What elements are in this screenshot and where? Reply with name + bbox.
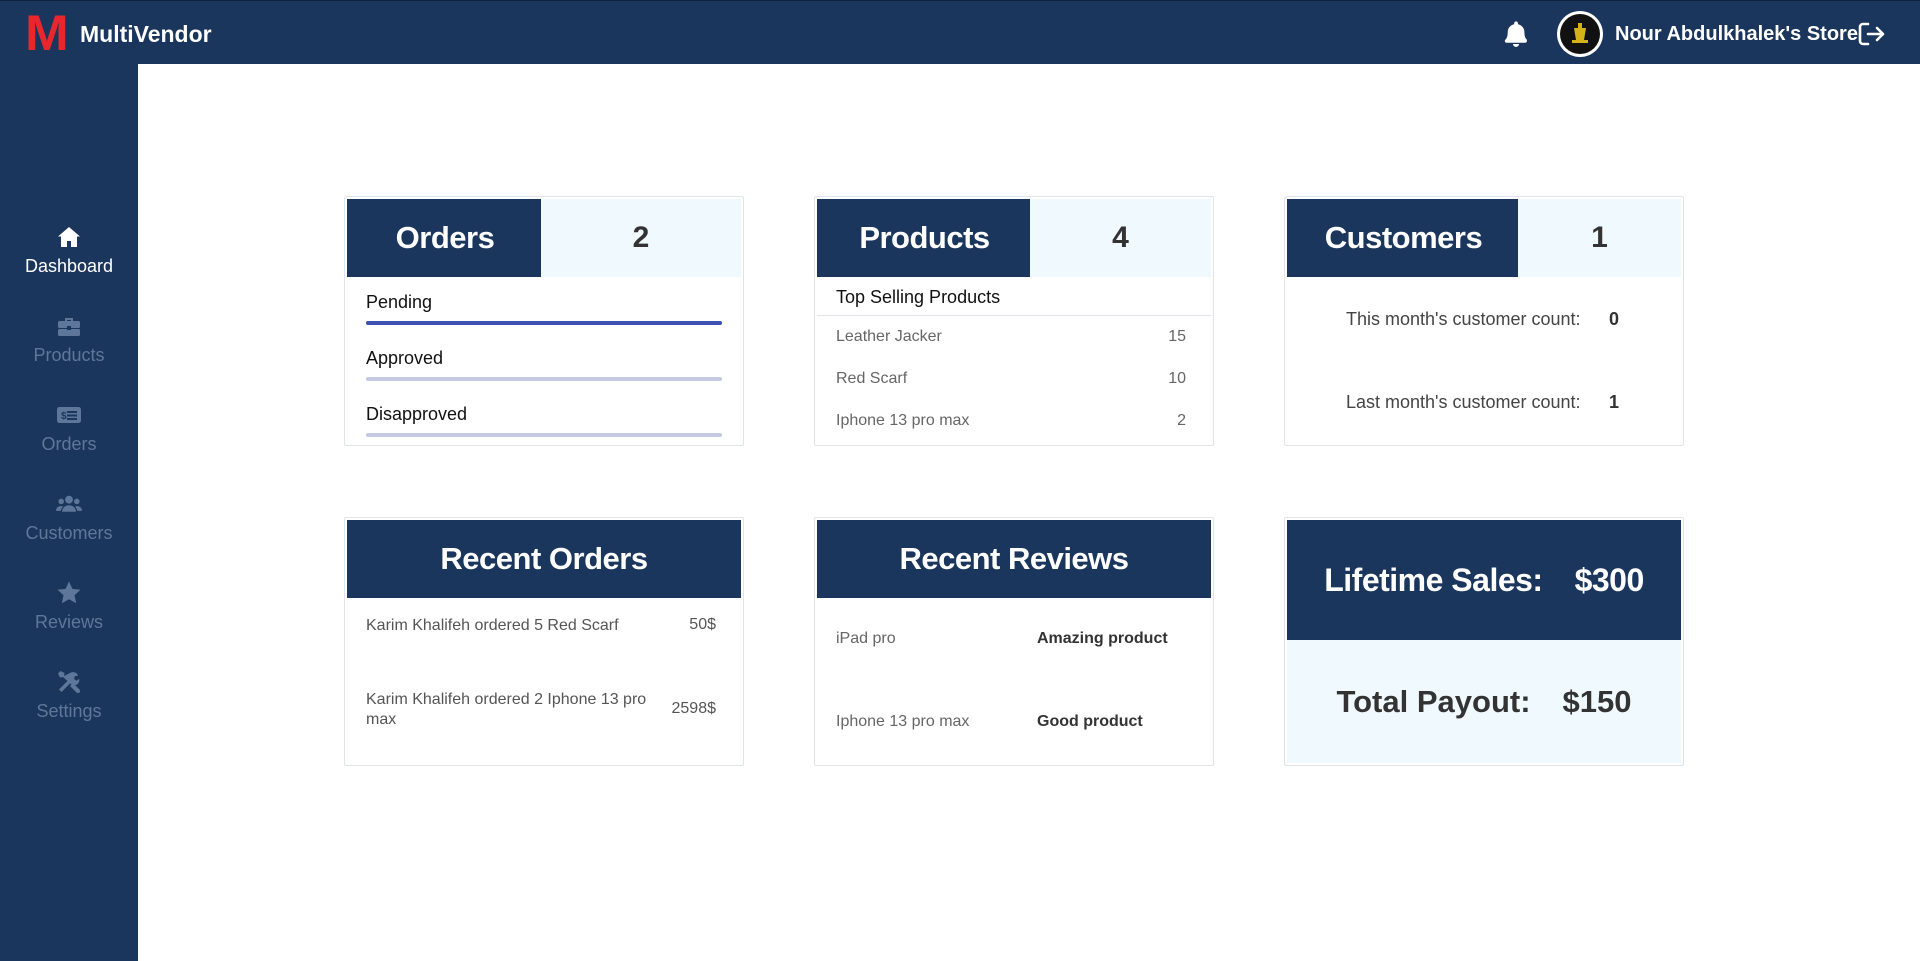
total-payout: Total Payout: $150 xyxy=(1287,640,1681,763)
top-bar: M MultiVendor Nour Abdulkhalek's Store xyxy=(0,0,1920,64)
sidebar-item-settings[interactable]: Settings xyxy=(0,669,138,741)
products-card-header: Products 4 xyxy=(817,199,1211,277)
product-name: Leather Jacker xyxy=(836,328,942,345)
order-text: Karim Khalifeh ordered 5 Red Scarf xyxy=(366,617,619,634)
progress-bar xyxy=(366,377,722,381)
product-name: Red Scarf xyxy=(836,370,908,387)
users-icon xyxy=(56,495,82,512)
sidebar-item-label: Orders xyxy=(41,434,97,454)
svg-text:$: $ xyxy=(61,411,67,422)
orders-title: Orders xyxy=(347,199,543,277)
order-amount: 2598$ xyxy=(671,700,717,717)
products-title: Products xyxy=(817,199,1032,277)
list-item: Iphone 13 pro max 2 xyxy=(836,412,1186,430)
this-month-label: This month's customer count: xyxy=(1346,309,1581,329)
last-month-value: 1 xyxy=(1609,392,1620,412)
brand-name[interactable]: MultiVendor xyxy=(80,21,212,47)
notification-bell-icon[interactable] xyxy=(1503,20,1529,48)
lifetime-sales-value: $300 xyxy=(1574,561,1645,598)
product-qty: 2 xyxy=(1177,412,1186,429)
customers-card: Customers 1 This month's customer count:… xyxy=(1284,196,1684,446)
orders-count: 2 xyxy=(541,199,741,277)
store-name[interactable]: Nour Abdulkhalek's Store xyxy=(1615,22,1858,46)
products-count: 4 xyxy=(1030,199,1211,277)
list-item: Leather Jacker 15 xyxy=(836,328,1186,346)
customers-card-header: Customers 1 xyxy=(1287,199,1681,277)
order-text: Karim Khalifeh ordered 2 Iphone 13 pro m… xyxy=(366,691,647,728)
sidebar-item-customers[interactable]: Customers xyxy=(0,491,138,563)
status-disapproved: Disapproved xyxy=(366,403,722,437)
product-name: Iphone 13 pro max xyxy=(836,412,970,429)
total-payout-value: $150 xyxy=(1562,683,1632,719)
product-qty: 15 xyxy=(1168,328,1186,345)
list-item: Red Scarf 10 xyxy=(836,370,1186,388)
briefcase-icon xyxy=(58,318,80,336)
sidebar-item-reviews[interactable]: Reviews xyxy=(0,580,138,652)
lifetime-sales-label: Lifetime Sales: xyxy=(1324,561,1543,598)
product-qty: 10 xyxy=(1168,370,1186,387)
customers-title: Customers xyxy=(1287,199,1520,277)
avatar-emblem-icon xyxy=(1572,23,1588,43)
last-month-label: Last month's customer count: xyxy=(1346,392,1581,412)
recent-orders-card: Recent Orders Karim Khalifeh ordered 5 R… xyxy=(344,517,744,766)
review-product: iPad pro xyxy=(836,630,896,647)
top-selling-title: Top Selling Products xyxy=(836,287,1001,307)
home-icon xyxy=(58,227,80,247)
sidebar-item-label: Settings xyxy=(36,701,102,721)
recent-reviews-card: Recent Reviews iPad pro Amazing product … xyxy=(814,517,1214,766)
star-icon xyxy=(57,581,81,604)
sidebar-item-orders[interactable]: $ Orders xyxy=(0,402,138,474)
total-payout-label: Total Payout: xyxy=(1336,683,1531,719)
sidebar-item-dashboard[interactable]: Dashboard xyxy=(0,224,138,296)
progress-bar xyxy=(366,321,722,325)
logout-icon[interactable] xyxy=(1858,21,1886,47)
review-text: Amazing product xyxy=(1037,630,1168,647)
review-product: Iphone 13 pro max xyxy=(836,713,970,730)
logo[interactable]: M xyxy=(25,8,69,58)
tools-icon xyxy=(58,671,81,694)
sidebar-item-label: Customers xyxy=(25,523,113,543)
recent-reviews-title: Recent Reviews xyxy=(817,520,1211,598)
status-pending: Pending xyxy=(366,291,722,325)
products-card: Products 4 Top Selling Products Leather … xyxy=(814,196,1214,446)
lifetime-sales: Lifetime Sales: $300 xyxy=(1287,520,1681,640)
recent-orders-title: Recent Orders xyxy=(347,520,741,598)
review-text: Good product xyxy=(1037,713,1143,730)
customers-count: 1 xyxy=(1518,199,1681,277)
sales-card: Lifetime Sales: $300 Total Payout: $150 xyxy=(1284,517,1684,766)
status-label: Approved xyxy=(366,348,444,368)
status-label: Pending xyxy=(366,292,433,312)
store-avatar[interactable] xyxy=(1557,11,1603,57)
order-amount: 50$ xyxy=(689,616,716,633)
sidebar: Dashboard Products $ Orders Customers Re… xyxy=(0,64,138,961)
status-label: Disapproved xyxy=(366,404,468,424)
progress-bar xyxy=(366,433,722,437)
sidebar-item-label: Reviews xyxy=(34,612,104,632)
sidebar-item-products[interactable]: Products xyxy=(0,313,138,385)
divider xyxy=(817,315,1211,316)
status-approved: Approved xyxy=(366,347,722,381)
this-month-value: 0 xyxy=(1609,309,1620,329)
sidebar-item-label: Dashboard xyxy=(24,256,114,276)
orders-card: Orders 2 Pending Approved Disapproved xyxy=(344,196,744,446)
money-bill-icon: $ xyxy=(57,407,81,423)
orders-card-header: Orders 2 xyxy=(347,199,741,277)
sidebar-item-label: Products xyxy=(33,345,105,365)
progress-fill xyxy=(366,321,722,325)
